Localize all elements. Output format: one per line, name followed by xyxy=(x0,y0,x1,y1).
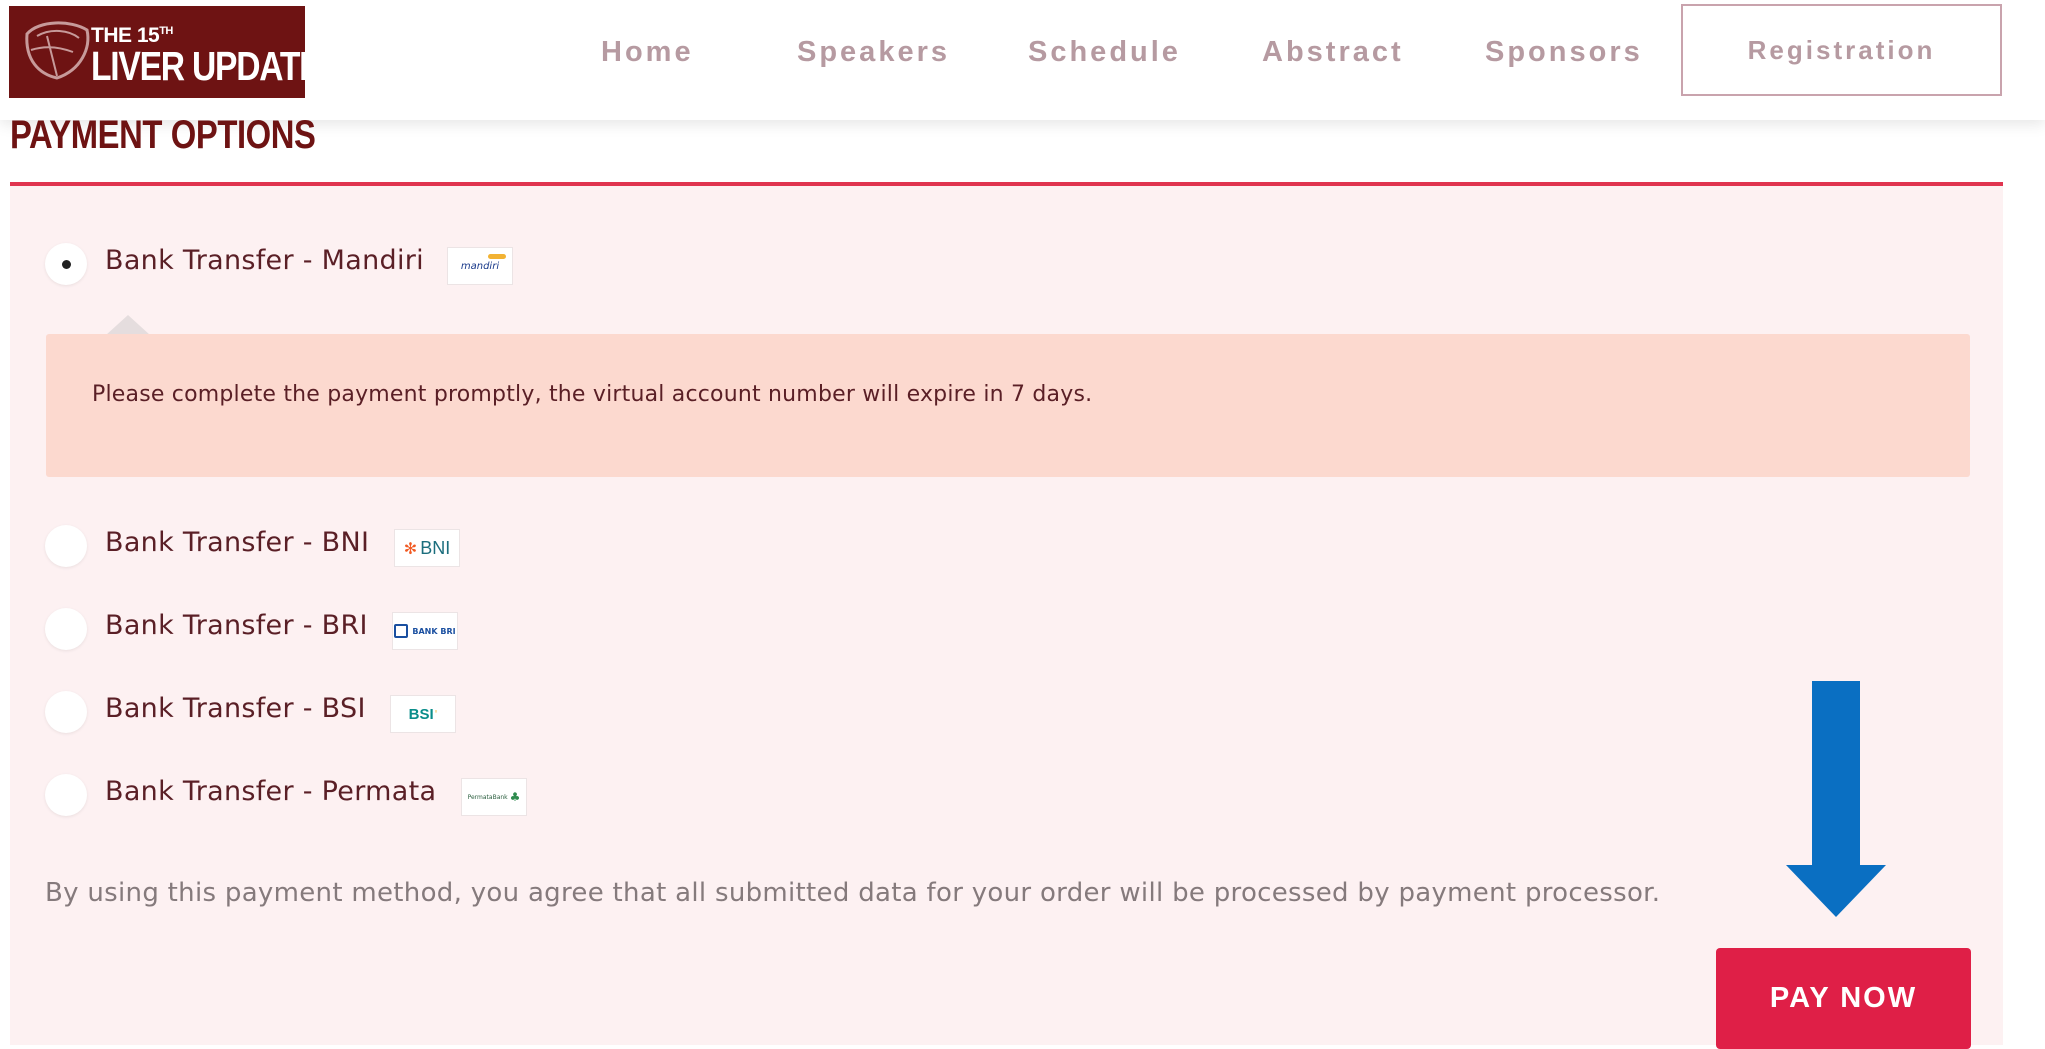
mandiri-logo-icon: mandiri xyxy=(447,247,513,285)
liver-logo-icon xyxy=(25,21,90,80)
section-title: PAYMENT OPTIONS xyxy=(10,113,316,157)
notice-pointer xyxy=(106,315,150,335)
option-label: Bank Transfer - Mandiri xyxy=(105,245,424,276)
bni-logo-icon: ✻ BNI xyxy=(394,529,460,567)
pay-now-button[interactable]: PAY NOW xyxy=(1716,948,1971,1049)
payment-option-permata[interactable]: Bank Transfer - Permata PermataBank ♣ xyxy=(10,766,630,826)
radio-permata[interactable] xyxy=(45,774,87,816)
site-header: THE 15TH LIVER UPDATE Home Speakers Sche… xyxy=(0,0,2045,120)
payment-options-panel: Bank Transfer - Mandiri mandiri Please c… xyxy=(10,182,2003,1049)
radio-bsi[interactable] xyxy=(45,691,87,733)
payment-option-bni[interactable]: Bank Transfer - BNI ✻ BNI xyxy=(10,517,610,577)
nav-speakers[interactable]: Speakers xyxy=(797,32,950,72)
site-logo[interactable]: THE 15TH LIVER UPDATE xyxy=(9,6,322,98)
permata-logo-icon: PermataBank ♣ xyxy=(461,778,527,816)
registration-button[interactable]: Registration xyxy=(1681,4,2002,96)
notice-text: Please complete the payment promptly, th… xyxy=(92,382,1093,407)
payment-terms-text: By using this payment method, you agree … xyxy=(45,878,1661,908)
payment-notice: Please complete the payment promptly, th… xyxy=(46,334,1970,477)
payment-option-mandiri[interactable]: Bank Transfer - Mandiri mandiri xyxy=(10,235,610,295)
nav-schedule[interactable]: Schedule xyxy=(1028,32,1181,72)
nav-abstract[interactable]: Abstract xyxy=(1262,32,1404,72)
payment-option-bsi[interactable]: Bank Transfer - BSI BSI ' xyxy=(10,683,610,743)
radio-bri[interactable] xyxy=(45,608,87,650)
nav-home[interactable]: Home xyxy=(601,32,694,72)
nav-sponsors[interactable]: Sponsors xyxy=(1485,32,1643,72)
option-label: Bank Transfer - BSI xyxy=(105,693,366,724)
arrow-down-icon xyxy=(1786,681,1886,917)
radio-mandiri[interactable] xyxy=(45,243,87,285)
bri-logo-icon: BANK BRI xyxy=(392,612,458,650)
option-label: Bank Transfer - BRI xyxy=(105,610,368,641)
payment-option-bri[interactable]: Bank Transfer - BRI BANK BRI xyxy=(10,600,610,660)
radio-selected-dot xyxy=(62,260,71,269)
logo-title: LIVER UPDATE xyxy=(91,43,322,89)
option-label: Bank Transfer - Permata xyxy=(105,776,437,807)
radio-bni[interactable] xyxy=(45,525,87,567)
bsi-logo-icon: BSI ' xyxy=(390,695,456,733)
option-label: Bank Transfer - BNI xyxy=(105,527,370,558)
